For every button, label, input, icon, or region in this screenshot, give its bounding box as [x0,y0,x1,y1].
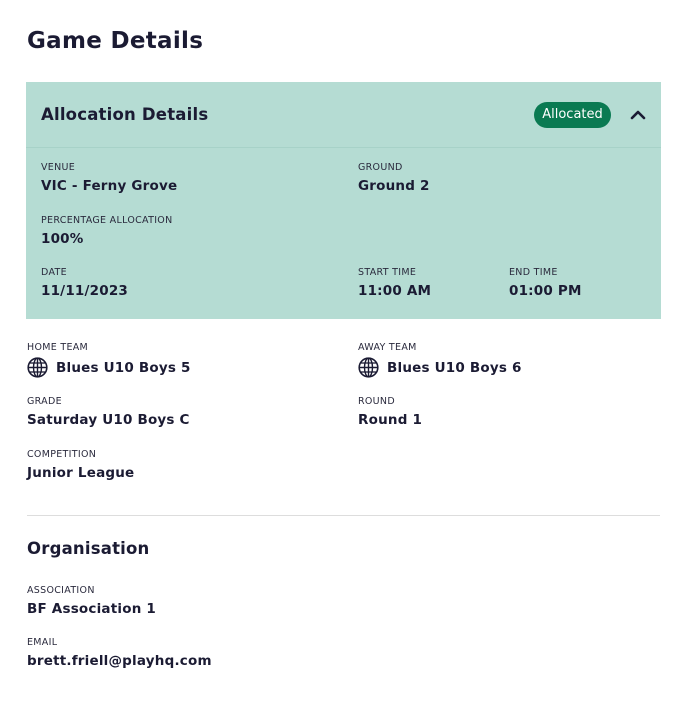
venue-label: VENUE [41,162,76,173]
game-details-page: Game Details Allocation Details Allocate… [0,0,686,728]
grade-value: Saturday U10 Boys C [27,412,190,428]
away-team-label: AWAY TEAM [358,342,417,353]
globe-icon [27,357,48,378]
round-label: ROUND [358,396,395,407]
grade-field: GRADE Saturday U10 Boys C [27,396,190,428]
ground-value: Ground 2 [358,178,430,194]
grade-label: GRADE [27,396,62,407]
home-team-label: HOME TEAM [27,342,89,353]
association-value: BF Association 1 [27,601,157,617]
ground-field: GROUND Ground 2 [358,162,430,194]
globe-icon [358,357,379,378]
page-title: Game Details [27,28,204,54]
email-value[interactable]: brett.friell@playhq.com [27,653,212,669]
date-value: 11/11/2023 [41,283,129,299]
away-team-field: AWAY TEAM Blues U10 Boys 6 [358,342,522,378]
home-team-field: HOME TEAM Blues U10 Boys 5 [27,342,191,378]
organisation-title: Organisation [27,539,150,558]
start-time-value: 11:00 AM [358,283,432,299]
end-time-label: END TIME [509,267,558,278]
association-field: ASSOCIATION BF Association 1 [27,585,156,617]
allocation-details-panel: Allocation Details Allocated VENUE VIC -… [26,82,661,319]
ground-label: GROUND [358,162,403,173]
section-divider [27,515,660,516]
percentage-field: PERCENTAGE ALLOCATION 100% [41,215,173,247]
round-field: ROUND Round 1 [358,396,422,428]
chevron-up-icon[interactable] [629,106,647,124]
competition-value: Junior League [27,465,135,481]
email-label: EMAIL [27,637,58,648]
association-label: ASSOCIATION [27,585,95,596]
allocation-header[interactable]: Allocation Details Allocated [26,82,661,148]
email-field: EMAIL brett.friell@playhq.com [27,637,212,669]
start-time-label: START TIME [358,267,417,278]
venue-value: VIC - Ferny Grove [41,178,178,194]
status-badge: Allocated [534,102,611,128]
away-team-value: Blues U10 Boys 6 [387,359,522,376]
competition-field: COMPETITION Junior League [27,449,134,481]
competition-label: COMPETITION [27,449,97,460]
start-time-field: START TIME 11:00 AM [358,267,431,299]
home-team-value: Blues U10 Boys 5 [56,359,191,376]
allocation-title: Allocation Details [41,105,209,124]
end-time-value: 01:00 PM [509,283,582,299]
percentage-value: 100% [41,231,84,247]
venue-field: VENUE VIC - Ferny Grove [41,162,177,194]
date-label: DATE [41,267,67,278]
end-time-field: END TIME 01:00 PM [509,267,582,299]
percentage-label: PERCENTAGE ALLOCATION [41,215,173,226]
date-field: DATE 11/11/2023 [41,267,128,299]
round-value: Round 1 [358,412,423,428]
